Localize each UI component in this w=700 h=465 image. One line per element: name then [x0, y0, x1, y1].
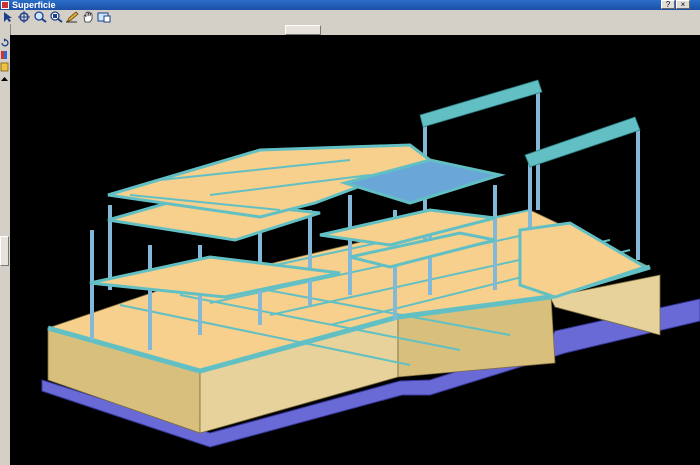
building-structure-3d-model[interactable]	[10, 35, 700, 465]
select-arrow-icon[interactable]	[1, 11, 15, 23]
rotate-icon[interactable]	[0, 38, 9, 48]
zoom-icon[interactable]	[33, 11, 47, 23]
layers-icon[interactable]	[0, 62, 9, 72]
scroll-up-icon[interactable]	[0, 74, 9, 84]
help-button[interactable]: ?	[661, 0, 675, 9]
app-icon	[1, 1, 9, 9]
model-viewport[interactable]	[10, 35, 700, 465]
window-titlebar: Superficie ? ×	[0, 0, 700, 10]
pan-move-icon[interactable]	[17, 11, 31, 23]
horizontal-scroll-thumb[interactable]	[285, 25, 321, 35]
portal-frames	[419, 79, 641, 168]
view-icon[interactable]	[97, 11, 111, 23]
zoom-window-icon[interactable]	[49, 11, 63, 23]
close-button[interactable]: ×	[676, 0, 690, 9]
window-title: Superficie	[12, 0, 56, 10]
vertical-scroll-thumb[interactable]	[0, 236, 9, 266]
hand-icon[interactable]	[81, 11, 95, 23]
pen-edit-icon[interactable]	[65, 11, 79, 23]
toolbar	[0, 10, 700, 25]
color-icon[interactable]	[0, 50, 9, 60]
